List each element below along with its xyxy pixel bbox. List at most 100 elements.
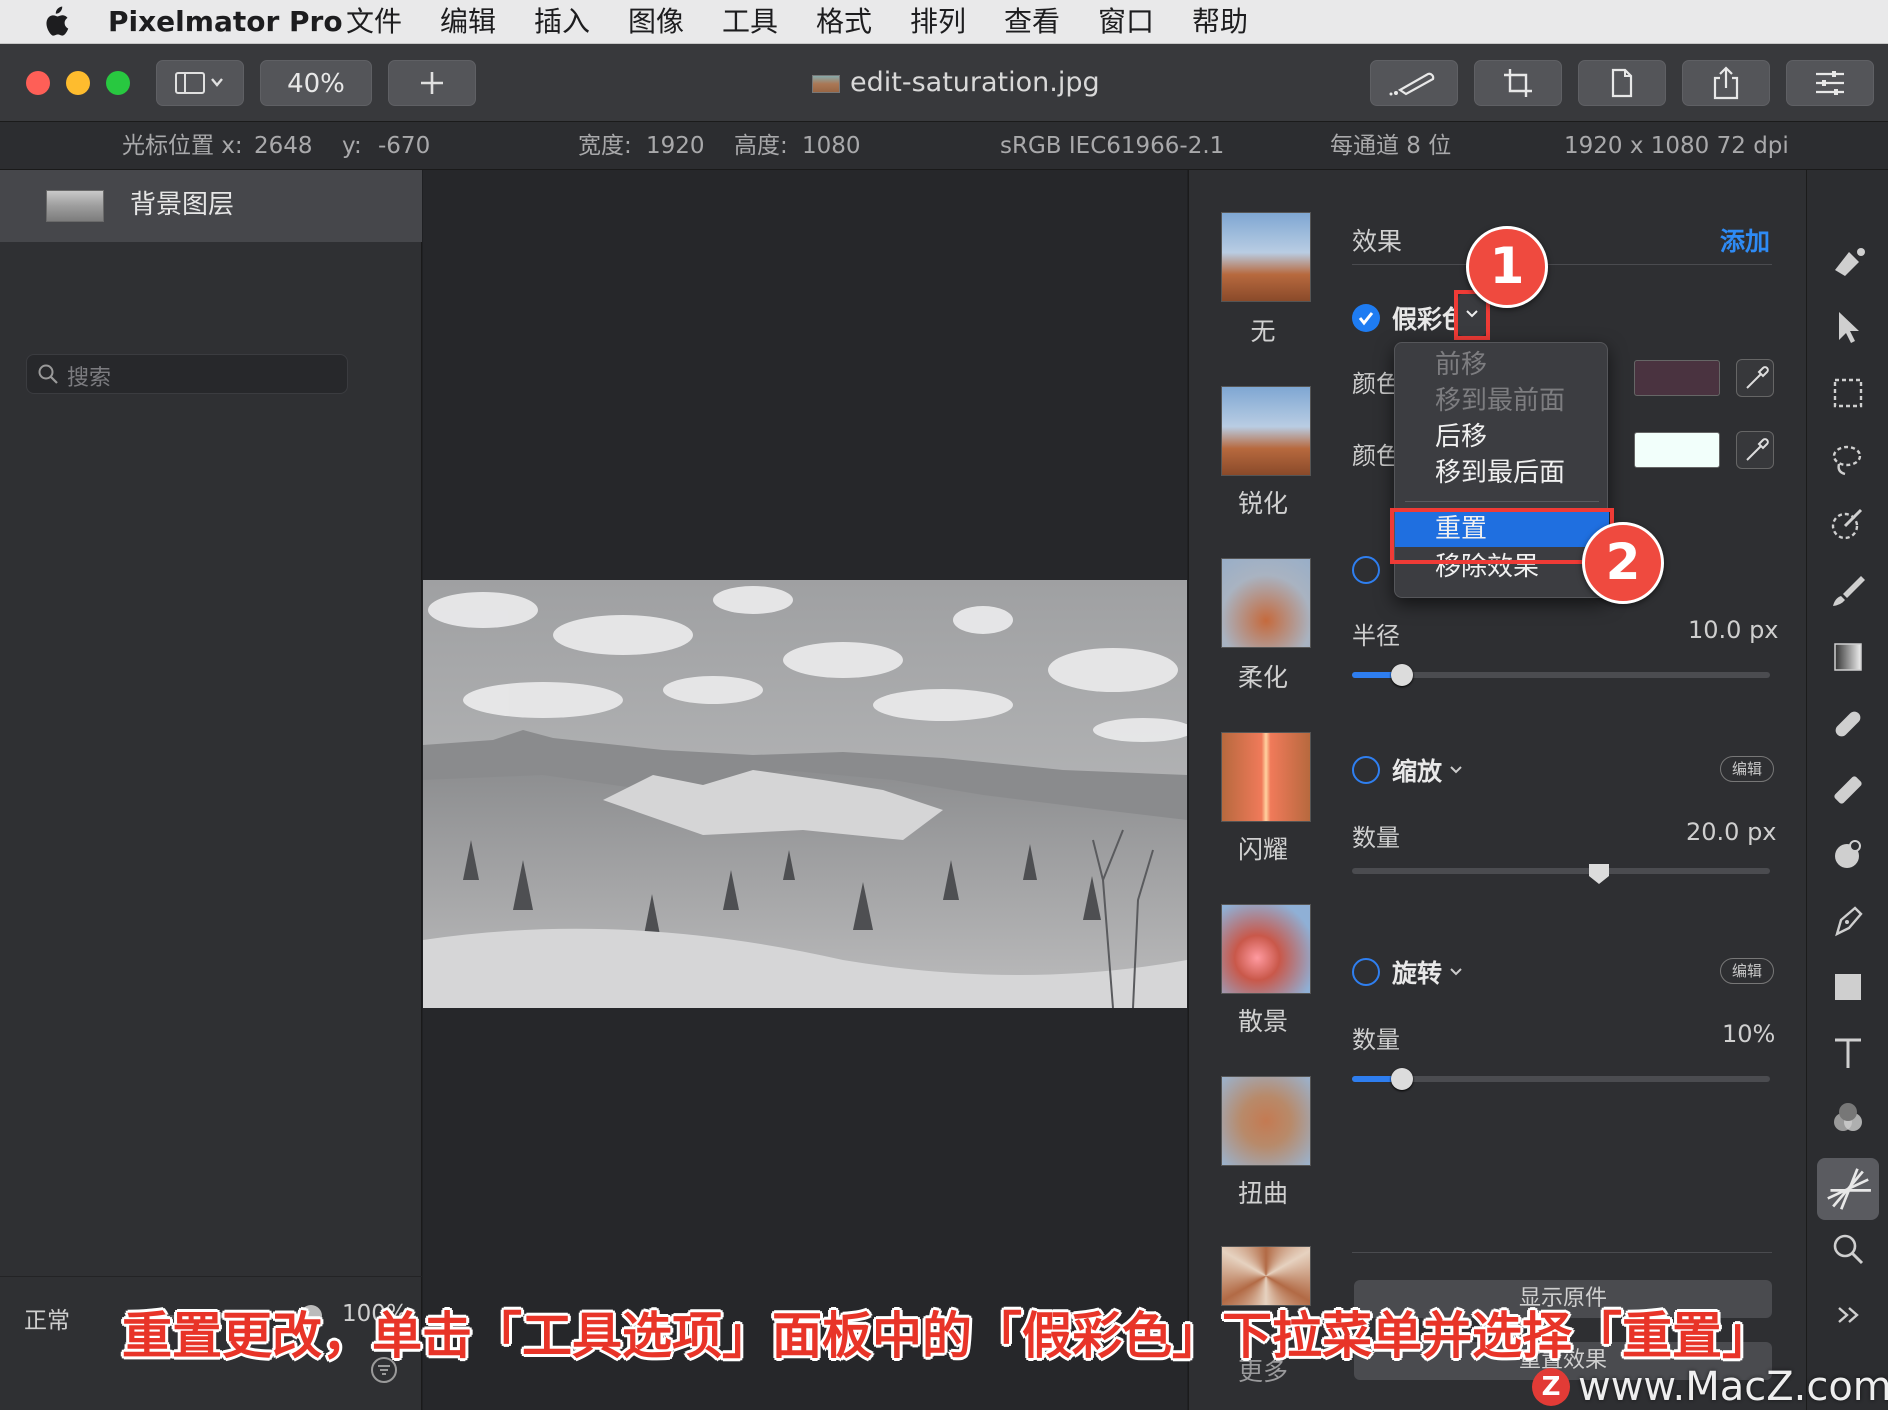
menu-format[interactable]: 格式 [816,4,872,40]
apple-icon[interactable] [40,6,70,38]
false-color-checkbox[interactable] [1352,304,1380,332]
menu-view[interactable]: 查看 [1004,4,1060,40]
color-profile: sRGB IEC61966-2.1 [1000,133,1225,159]
layer-row[interactable]: 背景图层 [0,170,422,242]
menu-arrange[interactable]: 排列 [910,4,966,40]
tool-quick-select[interactable] [1825,436,1871,482]
watermark-logo: Z [1532,1368,1570,1406]
tool-paint[interactable] [1825,568,1871,614]
zoom-effect-checkbox[interactable] [1352,756,1380,784]
pointer-icon [1839,312,1859,343]
menu-image[interactable]: 图像 [628,4,684,40]
tool-effects-selected[interactable] [1817,1158,1879,1220]
menu-tools[interactable]: 工具 [722,4,778,40]
menu-window[interactable]: 窗口 [1098,4,1154,40]
spin-edit-button[interactable]: 编辑 [1720,958,1774,984]
add-effect-button[interactable]: 添加 [1720,222,1770,258]
tool-shape[interactable] [1825,964,1871,1010]
effects-browser: 无 锐化 柔化 闪耀 散景 扭曲 更多 [1188,170,1322,1410]
slider-pointer-knob[interactable] [1587,862,1611,886]
add-button[interactable] [388,60,476,106]
close-window-button[interactable] [26,71,50,95]
effect-thumb-flare[interactable] [1221,732,1311,822]
zoom-effect-title[interactable]: 缩放 [1392,752,1442,788]
slider-knob[interactable] [1391,664,1414,686]
effect-thumb-soften[interactable] [1221,558,1311,648]
menu-file[interactable]: 文件 [346,4,402,40]
eyedropper-icon [1746,438,1769,461]
eyedropper-button-2[interactable] [1736,431,1774,469]
tool-options-toggle-button[interactable] [1370,60,1458,106]
format-button[interactable] [1578,60,1666,106]
menu-insert[interactable]: 插入 [534,4,590,40]
cursor-y-label: y: [342,133,362,159]
zoom-effect-edit-button[interactable]: 编辑 [1720,756,1774,782]
effect-thumb-distort[interactable] [1221,1076,1311,1166]
tool-zoom[interactable] [1825,1226,1871,1272]
menu-edit[interactable]: 编辑 [440,4,496,40]
effect-thumb-kaleidoscope[interactable] [1221,1246,1311,1306]
more-tools-button[interactable] [1825,1292,1871,1338]
menu-item-bring-forward[interactable]: 前移 [1395,347,1609,383]
share-button[interactable] [1682,60,1770,106]
effect-thumb-sharpen[interactable] [1221,386,1311,476]
menu-item-bring-to-front[interactable]: 移到最前面 [1395,383,1609,419]
cursor-x-value: 2648 [254,133,313,159]
text-icon [1835,1038,1861,1068]
slider-track [1352,868,1770,874]
slider-knob[interactable] [1391,1068,1414,1090]
eyedropper-icon [1746,366,1769,389]
tool-heal[interactable] [1825,766,1871,812]
tool-gradient[interactable] [1825,634,1871,680]
menu-item-send-backward[interactable]: 后移 [1395,419,1609,455]
chevron-down-icon[interactable] [1448,966,1464,978]
menu-item-send-to-back[interactable]: 移到最后面 [1395,455,1609,491]
photo-canvas-image[interactable] [423,580,1187,1008]
tool-arrange[interactable] [1825,304,1871,350]
false-color-swatch-2[interactable] [1634,432,1720,468]
height-value: 1080 [802,133,861,159]
adjustments-button[interactable] [1786,60,1874,106]
effects-header: 效果 [1352,227,1403,256]
zoom-amount-slider[interactable] [1352,860,1770,886]
tool-warp[interactable] [1825,832,1871,878]
blur-radius-slider[interactable] [1352,664,1770,686]
blur-checkbox[interactable] [1352,556,1380,584]
zoom-window-button[interactable] [106,71,130,95]
tool-retouch[interactable] [1825,700,1871,746]
canvas-area[interactable] [423,170,1187,1410]
minimize-window-button[interactable] [66,71,90,95]
height-label: 高度: [734,133,788,159]
bandage-icon [1835,711,1861,737]
eraser-icon [1834,776,1862,804]
eyedropper-button-1[interactable] [1736,359,1774,397]
blend-mode-select[interactable]: 正常 [24,1301,70,1335]
chevron-down-icon[interactable] [1448,764,1464,776]
app-name-menu[interactable]: Pixelmator Pro [108,4,343,40]
false-color-dropdown-button[interactable] [1458,294,1486,336]
menu-help[interactable]: 帮助 [1192,4,1248,40]
tool-pen[interactable] [1825,898,1871,944]
tool-color-adjust[interactable] [1825,1096,1871,1142]
false-color-swatch-1[interactable] [1634,360,1720,396]
tool-color-select[interactable] [1825,502,1871,548]
tool-style[interactable] [1825,240,1871,286]
tool-rectangular-select[interactable] [1825,370,1871,416]
annotation-badge-2: 2 [1582,522,1664,604]
spin-amount-slider[interactable] [1352,1068,1770,1090]
width-label: 宽度: [578,133,632,159]
effect-thumb-bokeh[interactable] [1221,904,1311,994]
layer-search-input[interactable]: 搜索 [26,354,348,394]
zoom-menu-button[interactable]: 40% [260,60,372,106]
sidebar-toggle-button[interactable] [156,60,244,106]
effect-thumb-none[interactable] [1221,212,1311,302]
tool-type[interactable] [1825,1030,1871,1076]
zoom-amount-label: 数量 [1352,824,1400,852]
share-icon [1713,66,1739,100]
width-value: 1920 [646,133,705,159]
crop-button[interactable] [1474,60,1562,106]
spin-title[interactable]: 旋转 [1392,954,1442,990]
plus-icon [421,72,443,94]
blur-radius-value: 10.0 px [1688,616,1779,644]
spin-checkbox[interactable] [1352,958,1380,986]
